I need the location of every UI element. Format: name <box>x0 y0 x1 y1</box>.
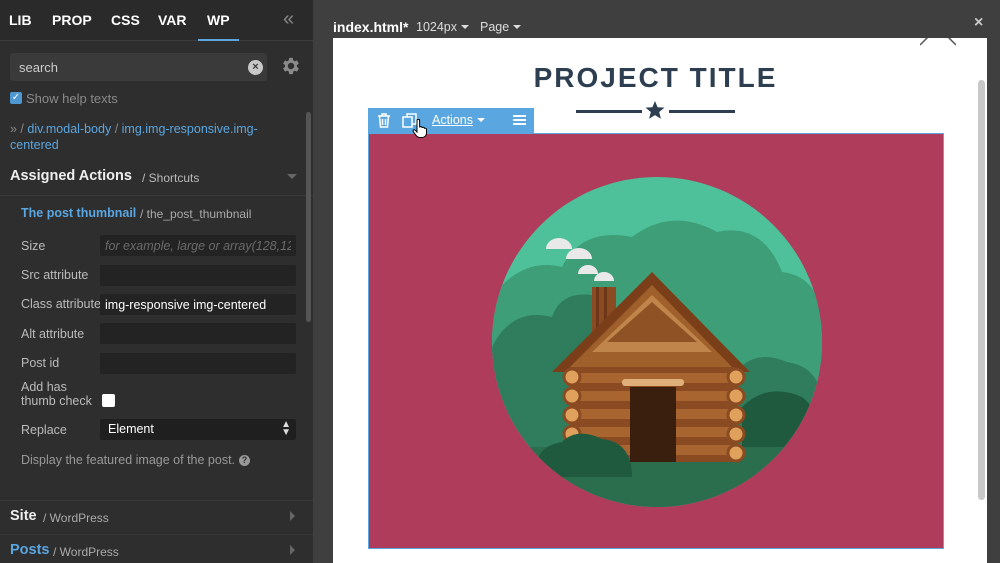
replace-label: Replace <box>21 423 67 437</box>
close-icon[interactable]: × <box>974 14 983 32</box>
post-id-input[interactable] <box>100 353 296 374</box>
page-dropdown-value: Page <box>480 20 510 34</box>
help-icon[interactable]: ? <box>239 455 251 466</box>
collapse-panel-icon[interactable]: « <box>283 8 294 31</box>
breadcrumb-separator: / <box>111 122 122 136</box>
breadcrumb-separator: / <box>16 122 28 136</box>
action-description: Display the featured image of the post.? <box>21 453 251 467</box>
class-attribute-input[interactable] <box>100 294 296 315</box>
assigned-actions-subtitle: / Shortcuts <box>142 171 200 185</box>
size-label: Size <box>21 239 46 253</box>
src-attribute-input[interactable] <box>100 265 296 286</box>
star-icon <box>645 101 665 119</box>
tab-lib[interactable]: LIB <box>9 12 32 28</box>
gear-icon[interactable] <box>280 55 302 77</box>
chevron-down-icon <box>461 25 470 29</box>
modified-indicator: * <box>403 19 409 35</box>
post-id-label: Post id <box>21 356 60 370</box>
chevron-down-icon <box>287 174 297 179</box>
breadcrumb: » / div.modal-body / img.img-responsive.… <box>10 121 290 153</box>
menu-icon[interactable] <box>513 114 526 126</box>
alt-attribute-input[interactable] <box>100 323 296 344</box>
tab-var[interactable]: VAR <box>158 12 187 28</box>
chevron-right-icon <box>290 511 295 521</box>
class-attribute-label: Class attribute <box>21 297 101 311</box>
image-action-toolbar: Actions <box>368 108 534 133</box>
tab-prop[interactable]: PROP <box>52 12 92 28</box>
section-posts-title: Posts <box>10 542 50 558</box>
trash-icon[interactable] <box>377 113 391 128</box>
section-site-title: Site <box>10 508 37 524</box>
actions-dropdown[interactable]: Actions <box>432 113 485 127</box>
assigned-actions-title: Assigned Actions <box>10 168 132 184</box>
page-dropdown[interactable]: Page <box>480 20 522 34</box>
document-filename: index.html <box>333 19 404 35</box>
breadcrumb-item[interactable]: div.modal-body <box>27 122 111 136</box>
actions-dropdown-label: Actions <box>432 113 473 127</box>
breadcrumb-prefix: » <box>10 122 17 136</box>
size-input[interactable] <box>100 235 296 256</box>
log-cabin-illustration <box>492 177 822 507</box>
section-posts-subtitle: / WordPress <box>53 545 119 559</box>
left-panel-scrollbar[interactable] <box>306 112 311 322</box>
document-bar: index.html* 1024px Page × <box>313 0 1000 40</box>
tab-wp[interactable]: WP <box>207 12 230 28</box>
cursor-hand-icon <box>412 119 428 138</box>
show-help-toggle[interactable]: ✓ Show help texts <box>10 90 118 106</box>
chevron-down-icon <box>477 118 485 122</box>
action-description-text: Display the featured image of the post. <box>21 453 236 467</box>
replace-select-value: Element <box>108 422 154 436</box>
active-tab-indicator <box>198 39 239 41</box>
thumb-check-label-line2: thumb check <box>21 394 92 408</box>
section-site-subtitle: / WordPress <box>43 511 109 525</box>
chevron-right-icon <box>290 545 295 555</box>
section-site[interactable]: Site / WordPress <box>0 500 313 530</box>
action-subtitle: / the_post_thumbnail <box>140 207 252 221</box>
document-name[interactable]: index.html* <box>333 19 408 35</box>
search-input[interactable] <box>10 53 267 81</box>
thumb-check-label: Add has thumb check <box>21 380 92 408</box>
selected-image[interactable] <box>368 133 944 549</box>
select-arrows-icon: ▲ ▼ <box>281 419 291 438</box>
action-title[interactable]: The post thumbnail <box>21 206 136 220</box>
section-divider <box>0 478 313 500</box>
thumb-check-label-line1: Add has <box>21 380 67 394</box>
viewport-size-value: 1024px <box>416 20 458 34</box>
panel-tabs: LIB PROP CSS VAR WP « <box>0 0 313 41</box>
title-divider-line <box>576 110 642 113</box>
show-help-label: Show help texts <box>26 90 118 106</box>
chevron-down-icon <box>513 25 522 29</box>
tab-css[interactable]: CSS <box>111 12 140 28</box>
assigned-actions-header[interactable]: Assigned Actions / Shortcuts <box>0 160 313 196</box>
page-title[interactable]: PROJECT TITLE <box>333 62 978 94</box>
alt-attribute-label: Alt attribute <box>21 327 85 341</box>
checkbox-checked-icon[interactable]: ✓ <box>10 92 22 104</box>
modal-close-icon[interactable] <box>920 38 956 46</box>
left-panel: LIB PROP CSS VAR WP « × ✓ Show help text… <box>0 0 313 563</box>
page-view-area: index.html* 1024px Page × PROJECT TITLE <box>313 0 1000 563</box>
section-posts[interactable]: Posts / WordPress <box>0 534 313 563</box>
title-divider-line <box>669 110 735 113</box>
replace-select[interactable]: Element ▲ ▼ <box>100 419 296 440</box>
clear-search-icon[interactable]: × <box>248 60 263 75</box>
src-attribute-label: Src attribute <box>21 268 89 282</box>
page-canvas[interactable]: PROJECT TITLE Actions <box>333 38 987 563</box>
thumb-check-checkbox[interactable] <box>102 394 115 407</box>
viewport-size-dropdown[interactable]: 1024px <box>416 20 470 34</box>
canvas-scrollbar[interactable] <box>978 80 985 500</box>
app-window: LIB PROP CSS VAR WP « × ✓ Show help text… <box>0 0 1000 563</box>
